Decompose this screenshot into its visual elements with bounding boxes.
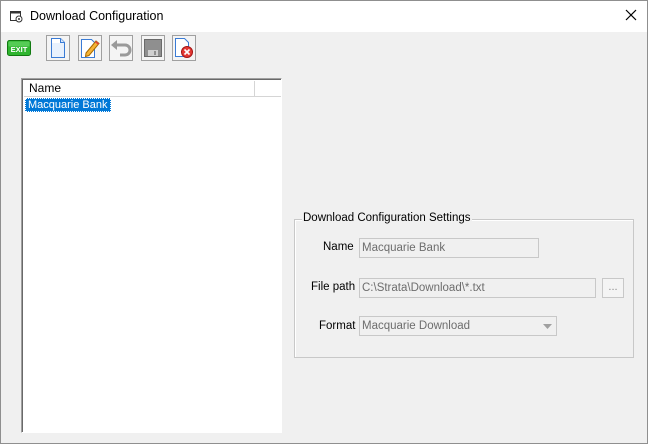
delete-button[interactable] [172,35,196,61]
exit-button[interactable]: EXIT [7,35,31,61]
column-header-filler[interactable] [255,81,281,96]
edit-icon [80,38,100,58]
list-header: Name [24,81,281,97]
list-item[interactable]: Macquarie Bank [25,98,111,112]
save-button[interactable] [141,35,165,61]
save-icon [143,38,163,58]
new-button[interactable] [46,35,70,61]
window-title: Download Configuration [30,9,164,23]
format-select[interactable]: Macquarie Download [359,316,557,336]
filepath-field[interactable]: C:\Strata\Download\*.txt [359,278,596,298]
browse-button[interactable]: ... [602,278,624,298]
window-settings-icon [10,10,23,23]
title-bar: Download Configuration [1,1,647,32]
delete-icon [174,38,194,58]
download-configuration-window: Download Configuration EXIT Name Macquar… [0,0,648,444]
edit-button[interactable] [78,35,102,61]
chevron-down-icon[interactable] [539,317,556,335]
column-header-name[interactable]: Name [24,81,255,97]
settings-group-title: Download Configuration Settings [302,212,472,224]
name-field[interactable]: Macquarie Bank [359,238,539,258]
svg-text:EXIT: EXIT [11,45,28,54]
new-document-icon [50,38,66,58]
format-label: Format [319,320,356,332]
format-value: Macquarie Download [362,320,471,332]
configuration-list[interactable]: Name Macquarie Bank [21,78,282,433]
close-icon [625,9,637,24]
filepath-label: File path [311,281,356,293]
exit-icon: EXIT [7,38,31,58]
toolbar: EXIT [1,32,647,65]
close-button[interactable] [615,1,647,32]
undo-button[interactable] [109,35,133,61]
undo-icon [110,39,132,57]
name-label: Name [323,241,354,253]
